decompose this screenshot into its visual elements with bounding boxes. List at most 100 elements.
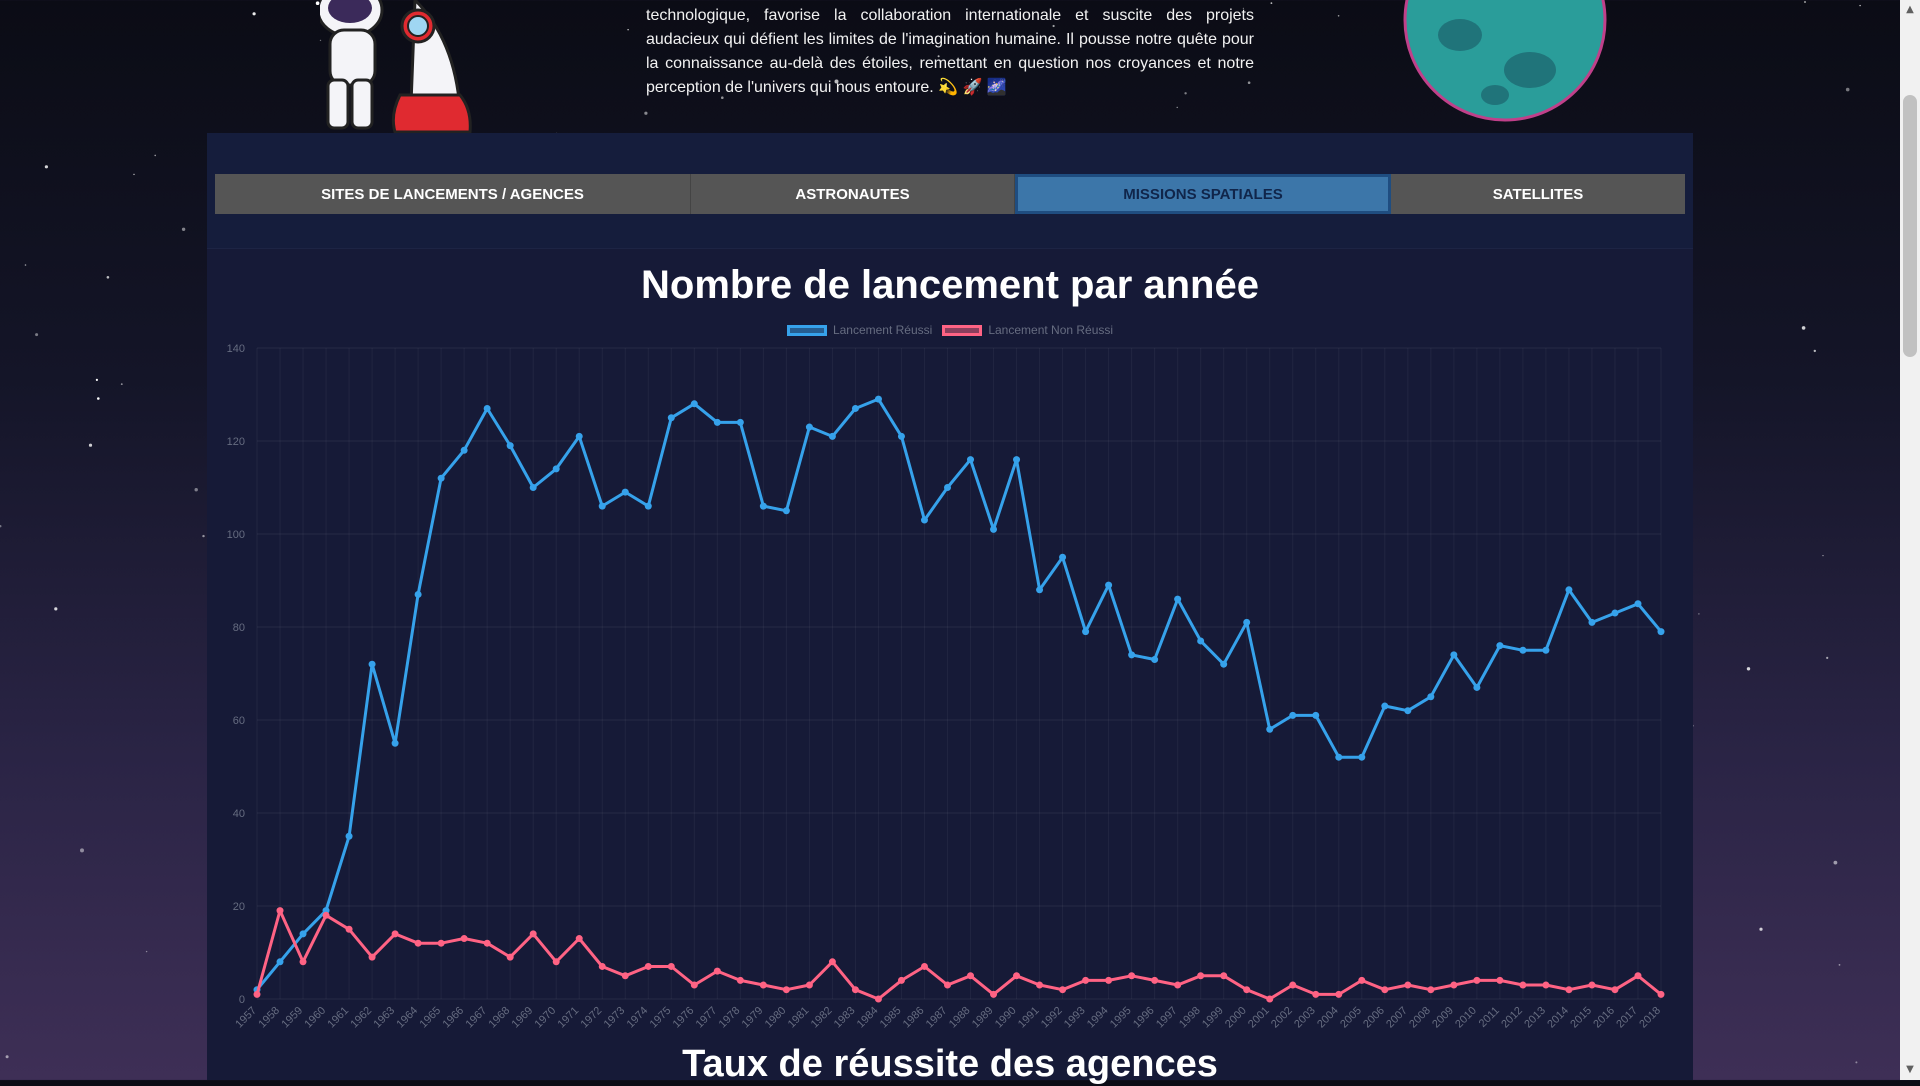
data-point-failure (1220, 972, 1228, 980)
star (1813, 349, 1817, 353)
x-tick-label: 1973 (602, 1005, 628, 1031)
data-point-success (1197, 637, 1205, 645)
data-point-success (1565, 586, 1573, 594)
star (88, 443, 93, 447)
x-tick-label: 2017 (1614, 1005, 1640, 1031)
data-point-failure (897, 976, 905, 984)
data-point-success (1266, 725, 1274, 733)
scroll-up-arrow-icon[interactable]: ▲ (1900, 0, 1920, 20)
star (1176, 106, 1178, 109)
data-point-success (621, 488, 629, 496)
astronaut-illustration (320, 0, 472, 134)
star (5, 1055, 9, 1059)
data-point-failure (967, 972, 975, 980)
data-point-failure (299, 958, 307, 966)
data-point-success (1381, 702, 1389, 710)
x-tick-label: 1988 (947, 1005, 973, 1031)
data-point-failure (1358, 976, 1366, 984)
star (1845, 87, 1850, 92)
star (315, 1, 320, 5)
star (0, 525, 2, 528)
star (252, 12, 256, 16)
x-tick-label: 1963 (371, 1005, 397, 1031)
data-point-failure (990, 990, 998, 998)
data-point-failure (1565, 986, 1573, 994)
data-point-success (920, 516, 928, 524)
data-point-success (805, 423, 813, 431)
y-tick-label: 40 (233, 808, 245, 820)
data-point-success (1105, 581, 1113, 589)
data-point-failure (1381, 986, 1389, 994)
data-point-failure (1588, 981, 1596, 989)
data-point-failure (782, 986, 790, 994)
data-point-success (1335, 753, 1343, 761)
y-tick-label: 120 (227, 436, 245, 448)
x-tick-label: 1978 (717, 1005, 743, 1031)
data-point-failure (1105, 976, 1113, 984)
data-point-failure (1611, 986, 1619, 994)
star (1855, 1061, 1858, 1064)
x-tick-label: 1979 (740, 1005, 766, 1031)
data-point-failure (506, 953, 514, 961)
data-point-success (276, 958, 284, 966)
scroll-down-arrow-icon[interactable]: ▼ (1900, 1060, 1920, 1080)
data-point-failure (920, 962, 928, 970)
data-point-failure (828, 958, 836, 966)
data-point-failure (851, 986, 859, 994)
data-point-success (1634, 600, 1642, 608)
star (80, 848, 84, 853)
scrollbar-thumb[interactable] (1903, 95, 1917, 357)
data-point-success (1151, 656, 1159, 664)
x-tick-label: 2014 (1545, 1005, 1571, 1031)
data-point-success (1519, 646, 1527, 654)
x-tick-label: 1977 (694, 1005, 720, 1031)
data-point-failure (1128, 972, 1136, 980)
data-point-success (1036, 586, 1044, 594)
x-tick-label: 2012 (1499, 1005, 1525, 1031)
x-tick-label: 1991 (1016, 1005, 1042, 1031)
dashboard-panel: SITES DE LANCEMENTS / AGENCES ASTRONAUTE… (207, 133, 1693, 1085)
star (145, 950, 148, 953)
x-tick-label: 1985 (878, 1005, 904, 1031)
x-tick-label: 1997 (1154, 1005, 1180, 1031)
data-point-success (1358, 753, 1366, 761)
data-point-failure (667, 962, 675, 970)
data-point-failure (483, 939, 491, 947)
x-tick-label: 1966 (440, 1005, 466, 1031)
data-point-failure (1450, 981, 1458, 989)
star (1337, 15, 1340, 17)
data-point-failure (529, 930, 537, 938)
data-point-failure (253, 990, 261, 998)
x-tick-label: 1992 (1039, 1005, 1065, 1031)
star (202, 534, 205, 538)
data-point-failure (1335, 990, 1343, 998)
series-line-success (255, 397, 1663, 991)
x-tick-label: 2004 (1315, 1005, 1341, 1031)
data-point-failure (736, 976, 744, 984)
data-point-success (1450, 651, 1458, 659)
x-tick-label: 1981 (786, 1005, 812, 1031)
data-point-failure (1197, 972, 1205, 980)
star (1804, 1, 1806, 3)
data-point-success (1473, 683, 1481, 691)
data-point-success (1404, 707, 1412, 715)
data-point-success (460, 446, 468, 454)
star (97, 397, 100, 400)
page-scrollbar[interactable]: ▲ ▼ (1900, 0, 1920, 1080)
y-tick-label: 0 (239, 994, 245, 1006)
data-point-success (874, 395, 882, 403)
x-tick-label: 1998 (1177, 1005, 1203, 1031)
x-tick-label: 1962 (348, 1005, 374, 1031)
data-point-success (1312, 711, 1320, 719)
x-tick-label: 1996 (1131, 1005, 1157, 1031)
x-tick-label: 2009 (1430, 1005, 1456, 1031)
star (1859, 4, 1861, 7)
data-point-failure (644, 962, 652, 970)
data-point-failure (1473, 976, 1481, 984)
data-point-success (967, 456, 975, 464)
star (181, 227, 186, 231)
data-point-success (1059, 553, 1067, 561)
x-tick-label: 1983 (832, 1005, 858, 1031)
star (1833, 860, 1838, 865)
data-point-failure (1151, 976, 1159, 984)
